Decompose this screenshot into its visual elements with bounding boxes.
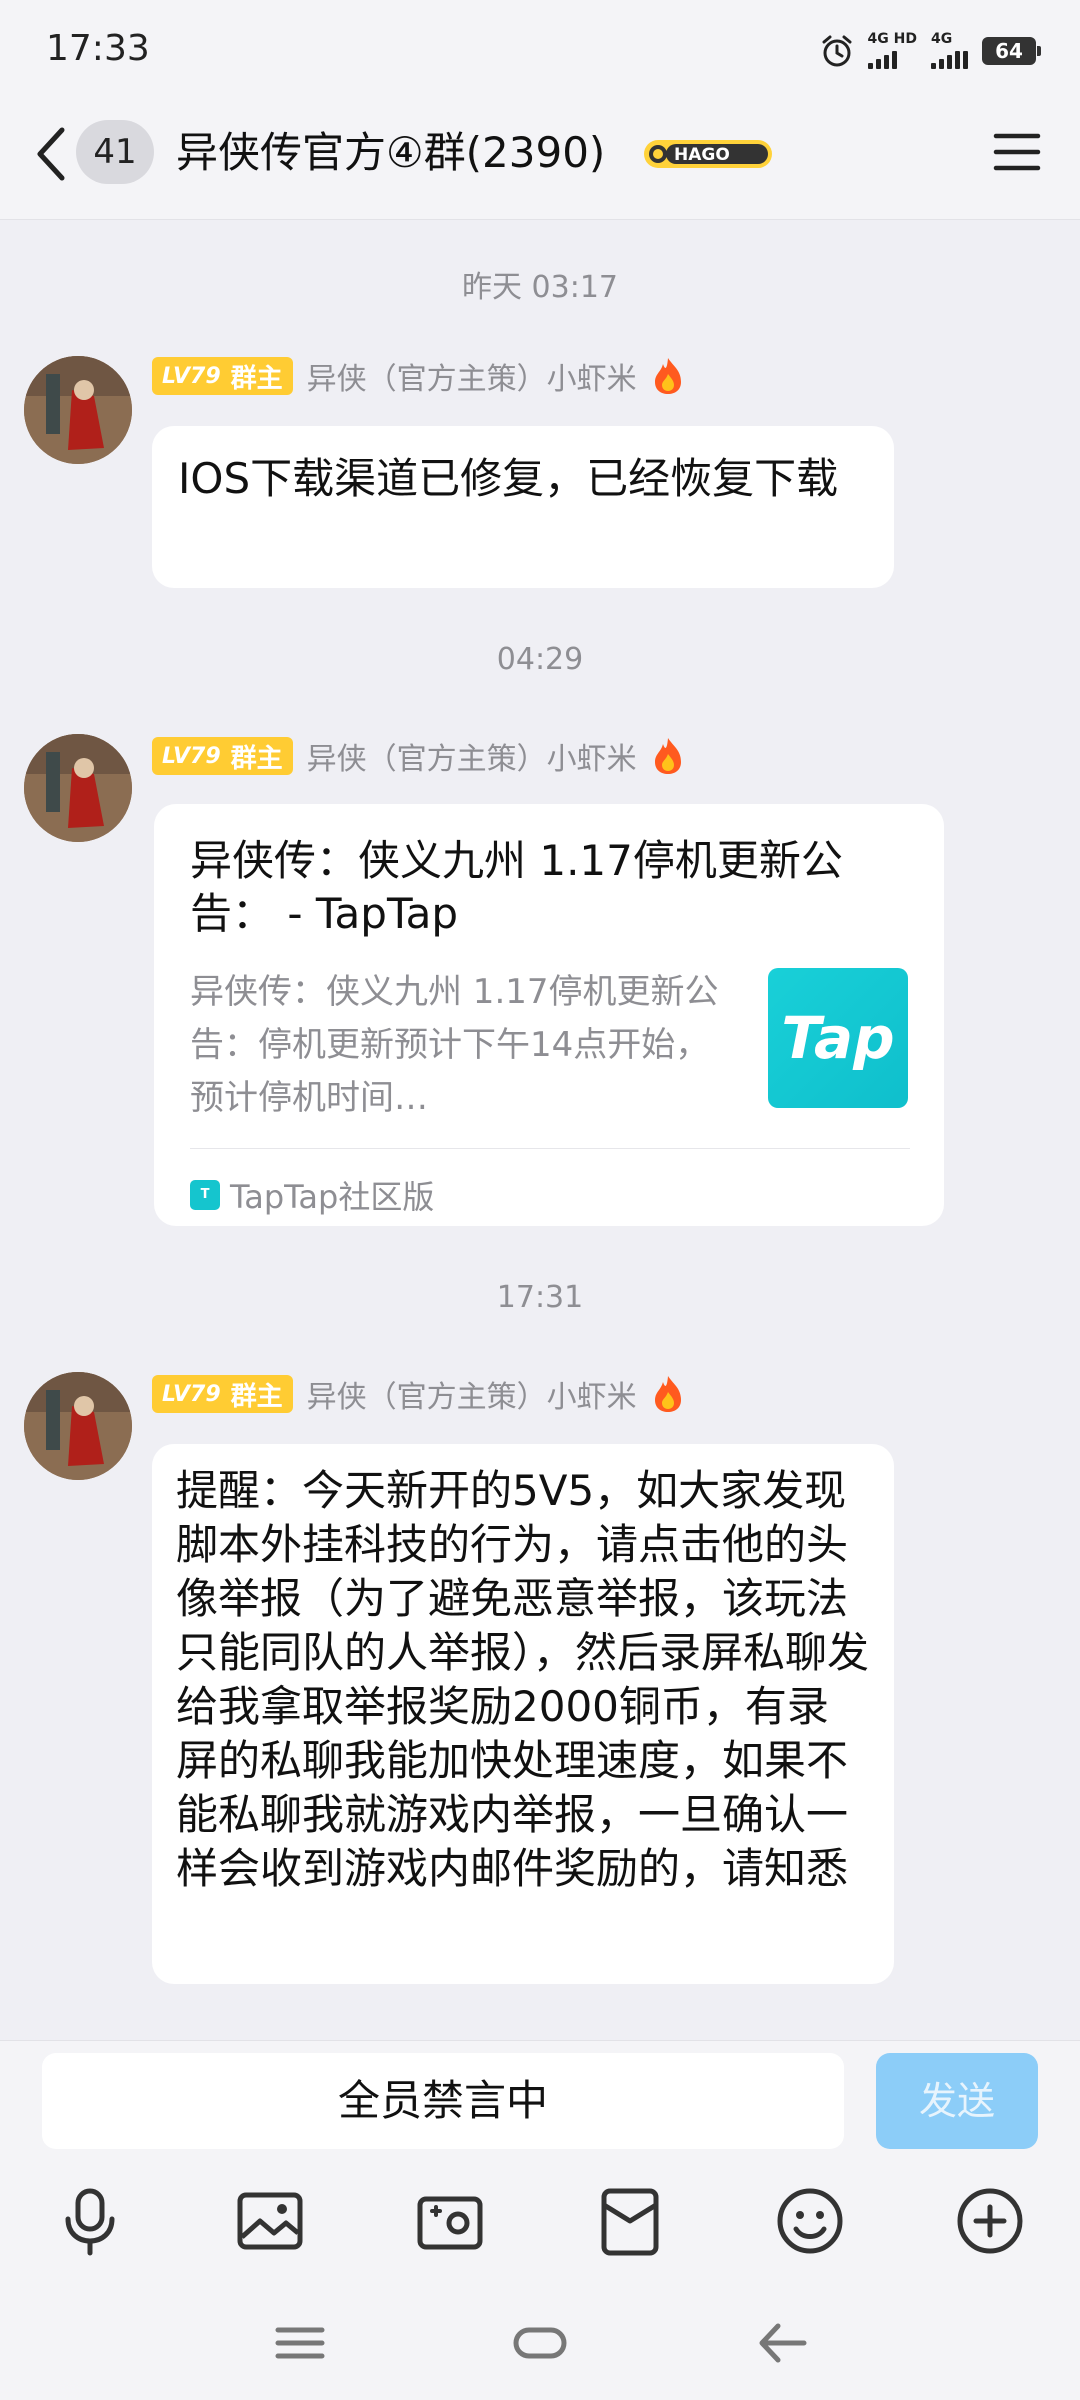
message-timestamp: 04:29 (496, 642, 584, 677)
message-timestamp: 昨天 03:17 (462, 270, 618, 305)
avatar[interactable] (24, 356, 132, 464)
avatar-image (24, 356, 132, 464)
card-divider (190, 1148, 910, 1149)
microphone-icon[interactable] (50, 2181, 130, 2261)
sender-name[interactable]: 异侠（官方主策）小虾米 (307, 354, 637, 398)
plus-icon[interactable] (950, 2181, 1030, 2261)
back-icon[interactable] (30, 122, 74, 186)
card-source: T TapTap社区版 (190, 1172, 434, 1218)
hago-badge-icon[interactable]: HAGO (644, 138, 772, 170)
status-bar: 17:33 4G HD 4G 64 (0, 0, 1080, 100)
home-icon[interactable] (510, 2318, 570, 2368)
unread-count-badge[interactable]: 41 (76, 120, 154, 184)
fire-icon (654, 738, 681, 774)
message-meta: LV79 群主 异侠（官方主策）小虾米 (152, 354, 685, 398)
sender-name[interactable]: 异侠（官方主策）小虾米 (307, 1372, 637, 1416)
card-title: 异侠传：侠义九州 1.17停机更新公告： - TapTap (190, 836, 843, 938)
menu-icon[interactable] (992, 128, 1042, 176)
taptap-icon: T (190, 1180, 220, 1210)
hago-text: HAGO (674, 145, 730, 165)
network-label-2: 4G (931, 31, 953, 47)
red-packet-icon[interactable] (590, 2181, 670, 2261)
message-text: 提醒：今天新开的5V5，如大家发现脚本外挂科技的行为，请点击他的头像举报（为了避… (176, 1466, 870, 1893)
message-meta: LV79 群主 异侠（官方主策）小虾米 (152, 1372, 685, 1416)
message-bubble[interactable]: IOS下载渠道已修复，已经恢复下载 (152, 426, 894, 588)
role-label: 群主 (230, 743, 283, 774)
avatar-image (24, 1372, 132, 1480)
battery-indicator: 64 (982, 36, 1041, 65)
fire-icon (654, 1376, 681, 1412)
camera-icon[interactable] (410, 2181, 490, 2261)
message-bubble[interactable]: 提醒：今天新开的5V5，如大家发现脚本外挂科技的行为，请点击他的头像举报（为了避… (152, 1444, 894, 1984)
signal-indicator-1: 4G HD (867, 31, 917, 69)
network-label-1: 4G HD (867, 31, 917, 47)
send-button[interactable]: 发送 (876, 2053, 1038, 2149)
fire-icon (654, 358, 681, 394)
chat-header: 41 异侠传官方④群(2390) HAGO (0, 100, 1080, 220)
link-preview-card[interactable]: 异侠传：侠义九州 1.17停机更新公告： - TapTap 异侠传：侠义九州 1… (154, 804, 944, 1226)
role-label: 群主 (230, 1381, 283, 1412)
message-text: IOS下载渠道已修复，已经恢复下载 (178, 454, 839, 503)
back-nav-icon[interactable] (752, 2318, 812, 2368)
message-meta: LV79 群主 异侠（官方主策）小虾米 (152, 734, 685, 778)
status-icons: 4G HD 4G 64 (820, 31, 1041, 69)
input-toolbar (0, 2181, 1080, 2271)
card-source-label: TapTap社区版 (230, 1178, 435, 1216)
level-label: LV79 (162, 743, 221, 769)
level-label: LV79 (162, 363, 221, 389)
avatar-image (24, 734, 132, 842)
recent-apps-icon[interactable] (270, 2318, 330, 2368)
message-timestamp: 17:31 (496, 1280, 584, 1315)
member-level-badge: LV79 群主 (152, 1375, 293, 1413)
member-level-badge: LV79 群主 (152, 737, 293, 775)
image-icon[interactable] (230, 2181, 310, 2261)
level-label: LV79 (162, 1381, 221, 1407)
avatar[interactable] (24, 1372, 132, 1480)
status-time: 17:33 (46, 28, 150, 69)
sender-name[interactable]: 异侠（官方主策）小虾米 (307, 734, 637, 778)
system-nav-bar (0, 2290, 1080, 2400)
signal-indicator-2: 4G (931, 32, 968, 69)
alarm-icon (822, 35, 852, 66)
taptap-logo: Tap (768, 968, 908, 1108)
page-title[interactable]: 异侠传官方④群(2390) (176, 124, 605, 182)
member-level-badge: LV79 群主 (152, 357, 293, 395)
muted-input-field[interactable]: 全员禁言中 (42, 2053, 844, 2149)
role-label: 群主 (230, 363, 283, 394)
card-description: 异侠传：侠义九州 1.17停机更新公告：停机更新预计下午14点开始，预计停机时间… (190, 972, 719, 1118)
avatar[interactable] (24, 734, 132, 842)
emoji-icon[interactable] (770, 2181, 850, 2261)
